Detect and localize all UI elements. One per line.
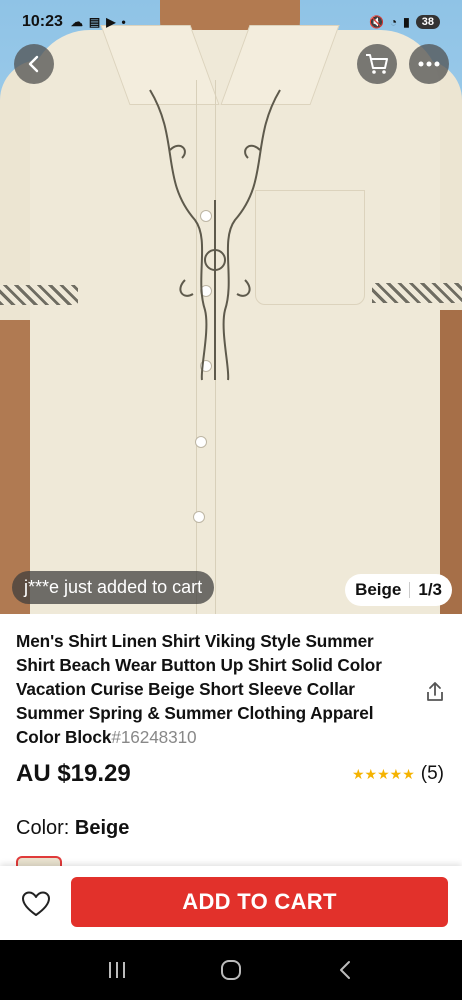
divider [409,582,411,598]
bottom-action-bar: ADD TO CART [0,866,462,940]
back-button[interactable] [14,44,54,84]
wifi-icon: ◔ [389,15,398,29]
home-icon [221,960,241,980]
back-arrow-icon [340,961,350,979]
color-value: Beige [74,817,130,839]
cart-icon [366,54,388,74]
wishlist-heart-icon[interactable] [20,888,52,920]
cart-button[interactable] [357,44,397,84]
product-price: AU $19.29 [16,760,131,787]
rating-count: (5) [420,763,444,784]
chevron-left-icon [28,55,39,73]
product-sku: #16248310 [111,727,197,747]
signal-icon: ▮ [403,15,410,29]
product-title-text: Men's Shirt Linen Shirt Viking Style Sum… [16,631,382,747]
more-dots-icon [418,61,440,67]
image-index: 1/3 [418,580,442,599]
share-icon[interactable] [424,681,446,703]
dot-icon: • [121,15,126,29]
add-to-cart-button[interactable]: ADD TO CART [71,877,448,927]
home-button[interactable] [211,950,251,990]
cloud-icon: ☁ [70,15,83,29]
system-back-button[interactable] [325,950,365,990]
image-color-label: Beige [355,580,402,599]
status-time: 10:23 [22,13,63,30]
recent-purchase-toast: j***e just added to cart [12,571,215,604]
recent-apps-button[interactable] [97,950,137,990]
product-title: Men's Shirt Linen Shirt Viking Style Sum… [16,629,408,749]
status-bar: 10:23 ☁ ▤ ▶ • 🔇 ◔ ▮ 38 [0,0,462,44]
color-selector-label: Color: Beige [16,817,129,840]
notification-icons: ☁ ▤ ▶ • [71,15,126,29]
battery-indicator: 38 [415,15,440,29]
product-rating[interactable]: ★★★★★ (5) [352,763,444,785]
product-image[interactable] [0,0,462,614]
system-icons: 🔇 ◔ ▮ 38 [369,15,440,29]
color-swatch-beige[interactable] [16,856,62,866]
image-counter: Beige 1/3 [345,574,452,606]
product-page: 10:23 ☁ ▤ ▶ • 🔇 ◔ ▮ 38 j***e just added … [0,0,462,1000]
embroidery-pattern [149,89,281,381]
news-icon: ▤ [88,15,101,29]
recent-apps-icon [109,962,125,978]
rating-stars-icon: ★★★★★ [352,765,415,782]
color-prefix: Color: [16,817,70,839]
youtube-icon: ▶ [106,15,116,29]
mute-icon: 🔇 [368,15,384,29]
more-button[interactable] [409,44,449,84]
system-navigation-bar [0,940,462,1000]
